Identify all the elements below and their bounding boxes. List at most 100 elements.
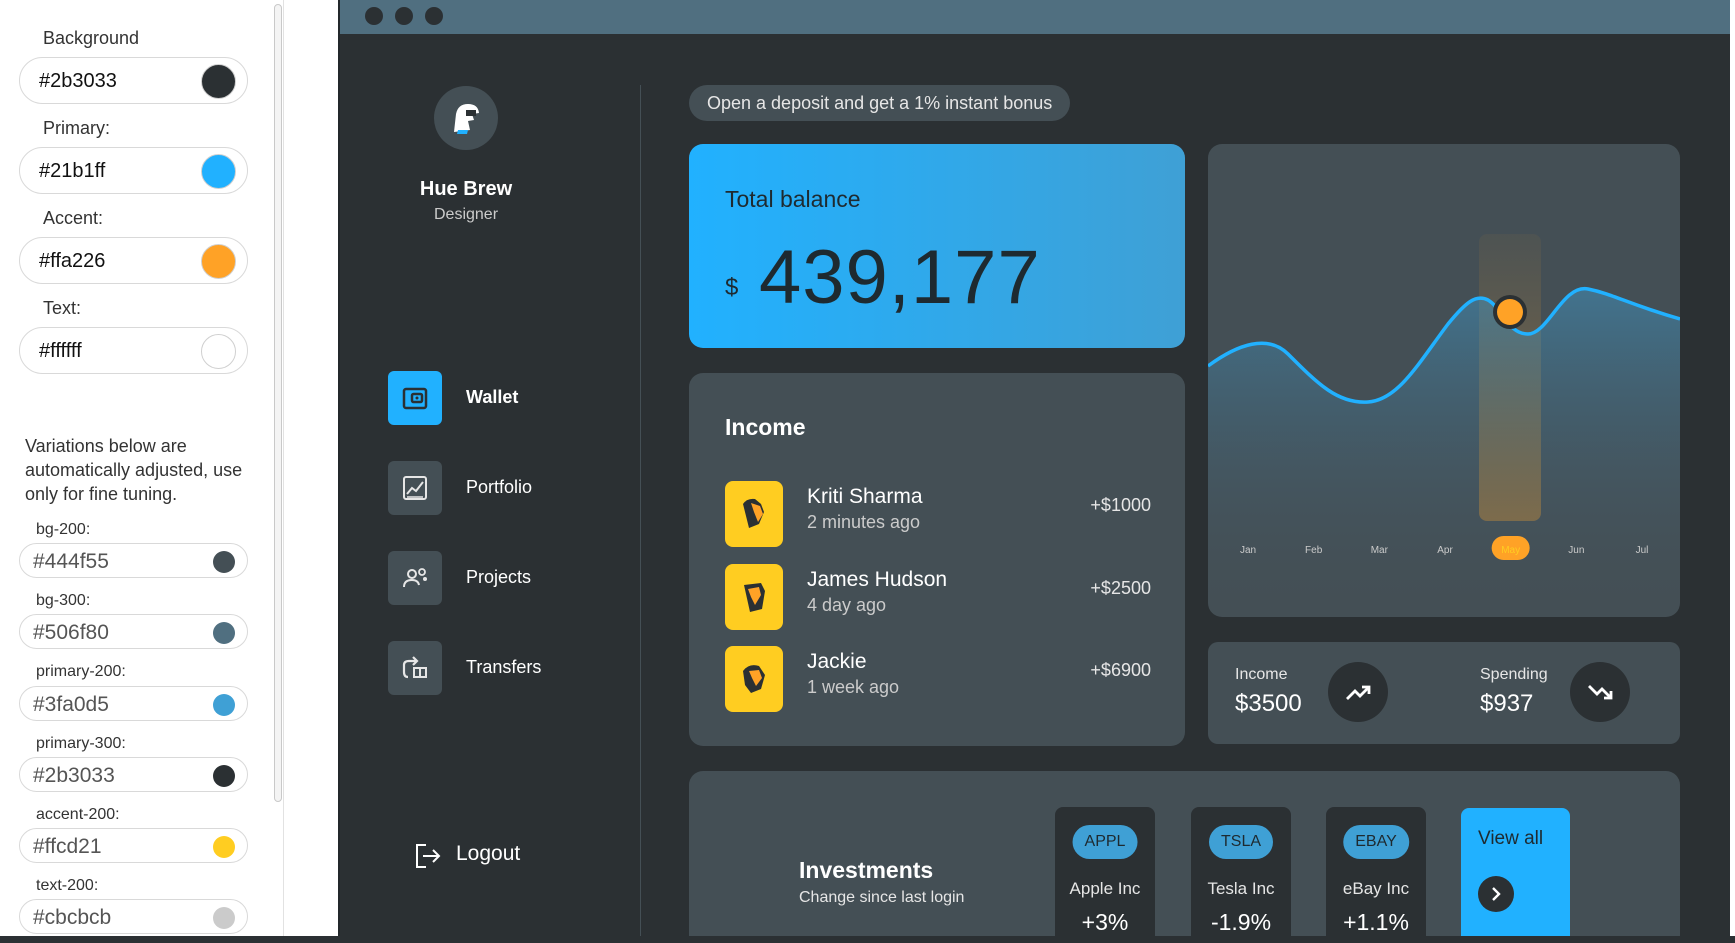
primary-color-value: #21b1ff xyxy=(39,160,106,182)
primary-color-swatch[interactable] xyxy=(201,154,236,189)
income-amount: +$6900 xyxy=(1090,660,1151,680)
person-avatar-icon xyxy=(725,564,783,630)
chart-area xyxy=(1208,288,1680,617)
accent-color-field[interactable]: #ffa226 xyxy=(19,237,248,284)
primary-200-value: #3fa0d5 xyxy=(33,693,109,716)
primary-300-value: #2b3033 xyxy=(33,764,115,787)
income-card: Income Kriti Sharma 2 minutes ago +$1000… xyxy=(689,373,1185,746)
stock-card-appl[interactable]: APPL Apple Inc +3% xyxy=(1055,807,1155,936)
stock-card-tsla[interactable]: TSLA Tesla Inc -1.9% xyxy=(1191,807,1291,936)
settings-scrollbar[interactable] xyxy=(274,4,282,802)
background-color-field[interactable]: #2b3033 xyxy=(19,57,248,104)
x-tick-label[interactable]: Apr xyxy=(1437,545,1453,556)
accent-200-field[interactable]: #ffcd21 xyxy=(19,828,248,863)
income-amount: +$2500 xyxy=(1090,578,1151,598)
income-name: Jackie xyxy=(807,650,867,673)
x-tick-label[interactable]: Jun xyxy=(1568,545,1584,556)
stock-change: +1.1% xyxy=(1343,909,1409,935)
text-200-label: text-200: xyxy=(36,877,99,894)
x-tick-label[interactable]: Jan xyxy=(1240,545,1256,556)
stock-change: -1.9% xyxy=(1210,909,1272,935)
income-time: 1 week ago xyxy=(807,677,900,697)
accent-200-value: #ffcd21 xyxy=(33,835,102,858)
view-all-label: View all xyxy=(1478,828,1544,849)
bg-300-field[interactable]: #506f80 xyxy=(19,614,248,649)
text-color-value: #ffffff xyxy=(39,340,82,362)
spending-stat-value: $937 xyxy=(1480,690,1534,717)
accent-color-swatch[interactable] xyxy=(201,244,236,279)
income-row[interactable]: Jackie 1 week ago +$6900 xyxy=(725,646,1151,712)
profile-avatar[interactable] xyxy=(434,86,498,150)
window-titlebar xyxy=(340,0,1730,34)
income-name: Kriti Sharma xyxy=(807,485,923,508)
text-200-swatch[interactable] xyxy=(213,907,235,929)
stock-ticker: APPL xyxy=(1072,825,1138,859)
bg-300-swatch[interactable] xyxy=(213,622,235,644)
background-color-value: #2b3033 xyxy=(39,70,117,92)
balance-title: Total balance xyxy=(725,186,861,212)
stock-card-ebay[interactable]: EBAY eBay Inc +1.1% xyxy=(1326,807,1426,936)
bg-300-value: #506f80 xyxy=(33,621,109,644)
person-avatar-icon xyxy=(725,481,783,547)
x-tick-label[interactable]: Feb xyxy=(1305,545,1323,556)
nav-item-projects[interactable]: Projects xyxy=(388,551,618,605)
stock-ticker: EBAY xyxy=(1343,825,1409,859)
projects-icon xyxy=(388,551,442,605)
spending-stat-label: Spending xyxy=(1480,666,1548,683)
text-color-field[interactable]: #ffffff xyxy=(19,327,248,374)
transfer-icon xyxy=(388,641,442,695)
income-spending-card: Income $3500 Spending $937 xyxy=(1208,642,1680,744)
income-stat-value: $3500 xyxy=(1235,690,1302,717)
text-200-field[interactable]: #cbcbcb xyxy=(19,899,248,934)
variations-note: Variations below are automatically adjus… xyxy=(25,436,243,504)
promo-banner[interactable]: Open a deposit and get a 1% instant bonu… xyxy=(689,85,1071,121)
window-minimize-dot[interactable] xyxy=(395,7,413,25)
primary-200-field[interactable]: #3fa0d5 xyxy=(19,686,248,721)
bg-200-value: #444f55 xyxy=(33,550,109,573)
window-bottom-edge xyxy=(0,936,1735,943)
balance-line-chart[interactable]: Jan Feb Mar Apr May Jun Jul xyxy=(1208,144,1680,617)
bg-200-swatch[interactable] xyxy=(213,551,235,573)
nav-item-wallet[interactable]: Wallet xyxy=(388,371,618,425)
total-balance-card: Total balance $ 439,177 xyxy=(689,144,1185,348)
x-tick-label[interactable]: Mar xyxy=(1371,545,1389,556)
income-title: Income xyxy=(725,414,806,440)
investments-title: Investments xyxy=(799,857,934,883)
primary-300-swatch[interactable] xyxy=(213,765,235,787)
trending-down-icon[interactable] xyxy=(1570,662,1630,722)
nav-label-portfolio: Portfolio xyxy=(466,477,533,497)
accent-200-label: accent-200: xyxy=(36,806,120,823)
view-all-button[interactable]: View all xyxy=(1461,808,1570,936)
text-color-swatch[interactable] xyxy=(201,334,236,369)
x-tick-label[interactable]: Jul xyxy=(1636,545,1649,556)
stock-name: Tesla Inc xyxy=(1207,879,1275,898)
logout-icon xyxy=(416,844,441,868)
nav-item-transfers[interactable]: Transfers xyxy=(388,641,618,695)
text-200-value: #cbcbcb xyxy=(33,906,112,929)
nav-item-portfolio[interactable]: Portfolio xyxy=(388,461,618,515)
background-color-swatch[interactable] xyxy=(201,64,236,99)
bg-200-field[interactable]: #444f55 xyxy=(19,543,248,578)
window-maximize-dot[interactable] xyxy=(425,7,443,25)
primary-200-swatch[interactable] xyxy=(213,694,235,716)
background-color-label: Background xyxy=(43,28,140,48)
bg-300-label: bg-300: xyxy=(36,592,91,609)
primary-color-field[interactable]: #21b1ff xyxy=(19,147,248,194)
primary-color-label: Primary: xyxy=(43,118,110,138)
trending-up-icon[interactable] xyxy=(1328,662,1388,722)
income-time: 4 day ago xyxy=(807,595,887,615)
highlight-point[interactable] xyxy=(1497,299,1523,325)
primary-300-label: primary-300: xyxy=(36,735,126,752)
primary-300-field[interactable]: #2b3033 xyxy=(19,757,248,792)
income-row[interactable]: James Hudson 4 day ago +$2500 xyxy=(725,564,1151,630)
panel-divider xyxy=(283,0,284,943)
income-amount: +$1000 xyxy=(1090,495,1151,515)
user-avatar-icon xyxy=(454,104,479,134)
logout-button[interactable]: Logout xyxy=(412,836,552,876)
balance-chart-card: Jan Feb Mar Apr May Jun Jul xyxy=(1208,144,1680,617)
income-row[interactable]: Kriti Sharma 2 minutes ago +$1000 xyxy=(725,481,1151,547)
x-tick-label[interactable]: May xyxy=(1501,545,1520,556)
accent-200-swatch[interactable] xyxy=(213,836,235,858)
nav-label-wallet: Wallet xyxy=(466,387,519,407)
window-close-dot[interactable] xyxy=(365,7,383,25)
